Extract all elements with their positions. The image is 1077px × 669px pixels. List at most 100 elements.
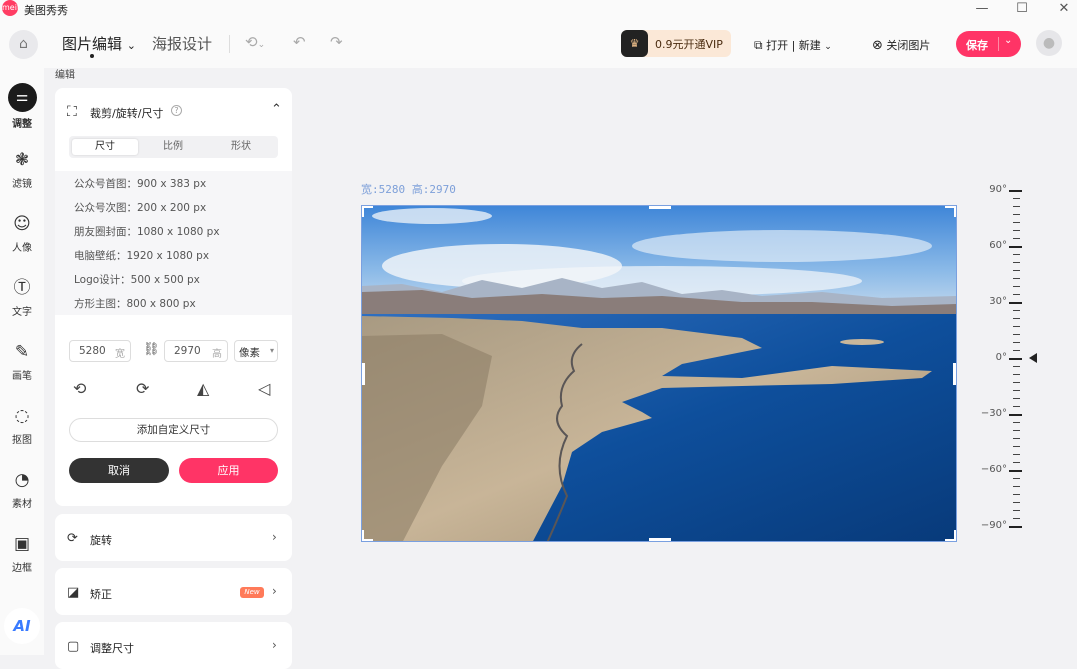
sidebar-item-adjust[interactable]: ⚌ 调整 [0, 83, 44, 130]
chevron-down-icon: ⌄ [126, 39, 137, 52]
ruler-label: 30° [989, 296, 1007, 307]
sidebar-item-sticker[interactable]: ◔ 素材 [0, 468, 44, 510]
tab-poster-design[interactable]: 海报设计 [152, 33, 212, 54]
ruler-minor-tick [1013, 374, 1020, 375]
vip-promo-button[interactable]: ♛ 0.9元开通VIP [621, 30, 731, 57]
ruler-minor-tick [1013, 446, 1020, 447]
rotate-left-button[interactable]: ⟲ [73, 379, 86, 398]
preset-item[interactable]: 朋友圈封面：1080 x 1080 px [74, 224, 220, 239]
crop-handle-bottom-left[interactable] [362, 530, 373, 541]
tab-size[interactable]: 尺寸 [72, 139, 138, 155]
apply-button[interactable]: 应用 [179, 458, 278, 483]
crop-handle-top-right[interactable] [945, 206, 956, 217]
sidebar-item-label: 抠图 [12, 435, 32, 446]
ruler-minor-tick [1013, 222, 1020, 223]
unit-label: 像素 [239, 347, 260, 359]
width-input[interactable]: 5280 宽 [69, 340, 131, 362]
height-value: 2970 [174, 345, 201, 357]
chevron-down-icon[interactable]: ⌄ [1004, 35, 1012, 46]
correct-label: 矫正 [90, 588, 112, 601]
chevron-down-icon: ⌄ [257, 40, 266, 50]
ruler-minor-tick [1013, 478, 1020, 479]
rotate-left-icon: ⟲ [73, 379, 87, 398]
ruler-major-tick [1009, 470, 1022, 472]
ruler-minor-tick [1013, 214, 1020, 215]
height-input[interactable]: 2970 高 [164, 340, 228, 362]
chevron-down-icon: ▾ [269, 346, 274, 355]
crop-handle-left[interactable] [362, 363, 365, 385]
history-icon: ⟲ [245, 33, 258, 51]
ruler-minor-tick [1013, 510, 1020, 511]
rotate-card[interactable]: ⟳ 旋转 › [55, 514, 292, 561]
sidebar-item-label: 滤镜 [12, 179, 32, 190]
undo-button[interactable]: ↶ [293, 33, 306, 51]
tab-ratio[interactable]: 比例 [140, 139, 206, 155]
help-icon[interactable]: ? [171, 105, 182, 116]
cancel-button[interactable]: 取消 [69, 458, 169, 483]
close-image-button[interactable]: ⊗ 关闭图片 [872, 37, 930, 53]
ruler-minor-tick [1013, 430, 1020, 431]
unit-select[interactable]: 像素 ▾ [234, 340, 278, 362]
open-new-label: 打开 | 新建 [766, 39, 821, 52]
sidebar-item-text[interactable]: Ⓣ 文字 [0, 276, 44, 318]
history-button[interactable]: ⟲⌄ [245, 33, 265, 51]
maximize-button[interactable]: ☐ [1010, 0, 1034, 18]
ruler-minor-tick [1013, 502, 1020, 503]
rotation-ruler[interactable]: 90° 60° 30° 0° −30° −60° −90° [981, 180, 1045, 540]
rotate-right-icon: ⟳ [136, 379, 150, 398]
chevron-down-icon: ⌄ [824, 42, 832, 52]
sidebar-item-portrait[interactable]: ☺ 人像 [0, 212, 44, 254]
crop-card-title: 裁剪/旋转/尺寸 [90, 107, 164, 120]
preset-item[interactable]: 公众号次图：200 x 200 px [74, 200, 206, 215]
preset-item[interactable]: 公众号首图：900 x 383 px [74, 176, 206, 191]
redo-button[interactable]: ↷ [330, 33, 343, 51]
save-label: 保存 [966, 39, 988, 52]
crop-handle-bottom-right[interactable] [945, 530, 956, 541]
ruler-minor-tick [1013, 238, 1020, 239]
flip-vertical-icon: ◁ [258, 379, 271, 398]
crop-handle-top-left[interactable] [362, 206, 373, 217]
ruler-minor-tick [1013, 286, 1020, 287]
sidebar-item-filter[interactable]: ❃ 滤镜 [0, 148, 44, 190]
ruler-minor-tick [1013, 462, 1020, 463]
image-dimensions-label: 宽:5280 高:2970 [361, 183, 456, 196]
open-image-icon: ⧉ [754, 38, 763, 52]
preset-item[interactable]: 方形主图：800 x 800 px [74, 296, 196, 311]
preset-item[interactable]: 电脑壁纸：1920 x 1080 px [74, 248, 209, 263]
filter-icon: ❃ [14, 150, 30, 170]
ruler-minor-tick [1013, 518, 1020, 519]
flip-horizontal-button[interactable]: ◭ [197, 379, 209, 398]
ruler-major-tick [1009, 246, 1022, 248]
ruler-pointer-icon[interactable] [1029, 353, 1037, 363]
ruler-minor-tick [1013, 438, 1020, 439]
preset-item[interactable]: Logo设计：500 x 500 px [74, 272, 200, 287]
home-button[interactable]: ⌂ [9, 30, 38, 59]
user-avatar[interactable]: ● [1036, 30, 1062, 56]
sidebar-item-cutout[interactable]: ◌ 抠图 [0, 404, 44, 446]
minimize-button[interactable]: — [970, 0, 994, 18]
flip-vertical-button[interactable]: ◁ [258, 379, 270, 398]
open-new-button[interactable]: ⧉ 打开 | 新建 ⌄ [754, 37, 832, 53]
close-window-button[interactable]: ✕ [1052, 0, 1076, 18]
ruler-major-tick [1009, 414, 1022, 416]
tab-shape[interactable]: 形状 [208, 139, 274, 155]
save-divider [998, 37, 999, 51]
sidebar-item-brush[interactable]: ✎ 画笔 [0, 340, 44, 382]
undo-icon: ↶ [293, 33, 306, 51]
rotate-right-button[interactable]: ⟳ [136, 379, 149, 398]
island [840, 339, 884, 345]
save-button[interactable]: 保存 ⌄ [956, 31, 1021, 57]
image-canvas[interactable] [361, 205, 957, 542]
sidebar-item-frame[interactable]: ▣ 边框 [0, 532, 44, 574]
landscape-photo [362, 206, 956, 541]
resize-card[interactable]: ▢ 调整尺寸 › [55, 622, 292, 669]
chevron-up-icon[interactable]: ⌃ [271, 102, 282, 117]
ruler-minor-tick [1013, 422, 1020, 423]
link-ratio-icon[interactable]: ⛓ [143, 342, 160, 357]
correct-card[interactable]: ◪ 矫正 New › [55, 568, 292, 615]
crop-handle-top[interactable] [649, 206, 671, 209]
rotate-label: 旋转 [90, 534, 112, 547]
ai-button[interactable]: AI [4, 608, 40, 644]
add-custom-size-button[interactable]: 添加自定义尺寸 [69, 418, 278, 442]
tab-image-edit[interactable]: 图片编辑 ⌄ [62, 33, 136, 54]
